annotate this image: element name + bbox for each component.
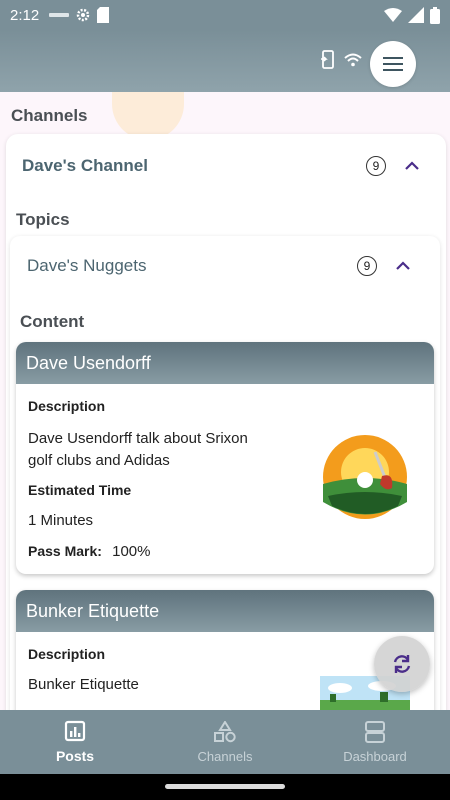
sd-card-icon — [97, 7, 110, 23]
channels-section-label: Channels — [11, 106, 88, 125]
golf-logo-image — [320, 432, 410, 522]
post-title: Dave Usendorff — [16, 342, 434, 384]
home-gesture-pill[interactable] — [165, 784, 285, 789]
battery-icon — [430, 6, 440, 24]
description-label: Description — [28, 646, 106, 662]
wifi-icon[interactable] — [344, 53, 362, 67]
nav-channels[interactable]: Channels — [150, 710, 300, 774]
post-card[interactable]: Bunker Etiquette Description Bunker Etiq… — [16, 590, 434, 710]
refresh-button[interactable] — [374, 636, 430, 692]
pass-mark-row: Pass Mark: 100% — [28, 543, 422, 560]
main-content: Channels Dave's Channel 9 Topics Dave's … — [0, 92, 450, 710]
post-title: Bunker Etiquette — [16, 590, 434, 632]
bottom-navigation: Posts Channels Dashboard — [0, 710, 450, 774]
dashboard-icon — [365, 720, 385, 743]
content-section-label: Content — [20, 312, 85, 331]
chevron-up-icon[interactable] — [404, 161, 420, 171]
chart-icon — [64, 720, 86, 742]
post-description: Dave Usendorff talk about Srixon golf cl… — [28, 430, 248, 469]
channel-name: Dave's Channel — [22, 156, 148, 175]
topic-count-badge: 9 — [357, 256, 377, 276]
hamburger-menu-icon — [383, 57, 403, 71]
post-card[interactable]: Dave Usendorff Description Dave Usendorf… — [16, 342, 434, 574]
pass-mark-label: Pass Mark: — [28, 543, 102, 559]
channel-card: Dave's Channel 9 Topics Dave's Nuggets 9… — [6, 134, 446, 710]
topics-section-label: Topics — [16, 210, 70, 229]
system-navigation-bar — [0, 774, 450, 800]
cell-signal-icon — [408, 7, 424, 23]
chevron-up-icon[interactable] — [395, 261, 411, 271]
channel-count-badge: 9 — [366, 156, 386, 176]
wifi-signal-icon — [384, 8, 402, 22]
nav-dashboard[interactable]: Dashboard — [300, 710, 450, 774]
status-time: 2:12 — [10, 6, 40, 24]
pass-mark-value: 100% — [112, 543, 151, 560]
notification-icon — [49, 13, 70, 17]
phone-sync-icon[interactable] — [320, 50, 336, 70]
status-bar: 2:12 — [0, 0, 450, 30]
nav-channels-label: Channels — [197, 748, 253, 764]
menu-button[interactable] — [370, 41, 416, 87]
nav-dashboard-label: Dashboard — [343, 748, 407, 764]
description-label: Description — [28, 398, 106, 414]
app-header — [0, 30, 450, 92]
nav-posts-label: Posts — [55, 748, 95, 764]
background-decoration — [112, 92, 184, 140]
settings-gear-icon — [76, 8, 90, 22]
topic-header-row[interactable]: Dave's Nuggets 9 — [27, 256, 427, 276]
channel-header-row[interactable]: Dave's Channel 9 — [22, 156, 432, 176]
nav-posts[interactable]: Posts — [0, 710, 150, 774]
topic-name: Dave's Nuggets — [27, 256, 147, 275]
topic-card: Dave's Nuggets 9 Content Dave Usendorff … — [10, 236, 440, 710]
shapes-icon — [214, 720, 236, 742]
sync-icon — [393, 655, 411, 673]
